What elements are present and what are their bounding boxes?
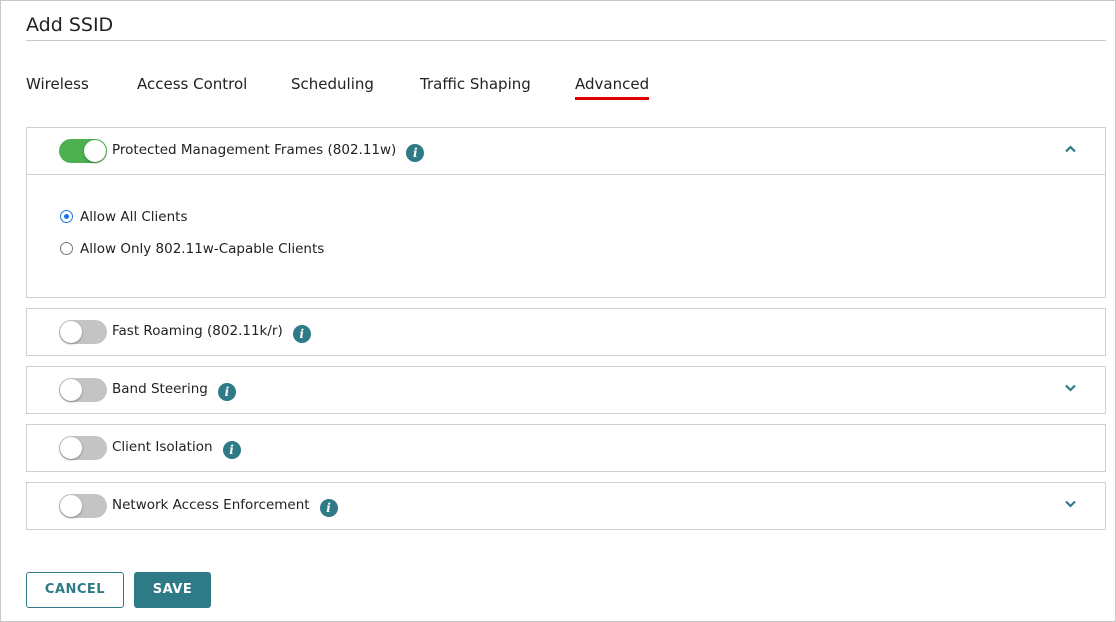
tab-traffic-shaping[interactable]: Traffic Shaping — [420, 75, 531, 101]
add-ssid-dialog: Add SSID Wireless Access Control Schedul… — [0, 0, 1116, 622]
fast-roaming-toggle[interactable] — [59, 320, 107, 344]
toggle-knob — [84, 140, 106, 162]
pmf-options: Allow All Clients Allow Only 802.11w-Cap… — [27, 174, 1105, 297]
radio-button[interactable] — [60, 242, 73, 255]
panel-label: Network Access Enforcement i — [112, 497, 338, 517]
page-title: Add SSID — [26, 14, 114, 36]
save-button[interactable]: SAVE — [134, 572, 211, 608]
panel-header[interactable]: Protected Management Frames (802.11w) i — [27, 128, 1105, 174]
chevron-down-icon[interactable] — [1065, 384, 1076, 394]
tab-access-control[interactable]: Access Control — [137, 75, 247, 101]
panel-fast-roaming: Fast Roaming (802.11k/r) i — [26, 308, 1106, 356]
info-icon[interactable]: i — [222, 441, 241, 459]
info-icon[interactable]: i — [319, 499, 338, 517]
network-access-enforcement-label: Network Access Enforcement — [112, 497, 310, 513]
tab-wireless[interactable]: Wireless — [26, 75, 89, 101]
toggle-knob — [60, 495, 82, 517]
radio-label: Allow Only 802.11w-Capable Clients — [80, 241, 325, 257]
panel-client-isolation: Client Isolation i — [26, 424, 1106, 472]
toggle-knob — [60, 437, 82, 459]
panel-header: Client Isolation i — [27, 425, 1105, 471]
panel-header[interactable]: Band Steering i — [27, 367, 1105, 413]
cancel-button[interactable]: CANCEL — [26, 572, 124, 608]
client-isolation-toggle[interactable] — [59, 436, 107, 460]
radio-button-checked[interactable] — [60, 210, 73, 223]
panel-header[interactable]: Network Access Enforcement i — [27, 483, 1105, 529]
radio-allow-all-clients[interactable]: Allow All Clients — [60, 209, 187, 225]
radio-label: Allow All Clients — [80, 209, 188, 225]
band-steering-toggle[interactable] — [59, 378, 107, 402]
panel-protected-management-frames: Protected Management Frames (802.11w) i A… — [26, 127, 1106, 298]
tab-scheduling[interactable]: Scheduling — [291, 75, 374, 101]
fast-roaming-label: Fast Roaming (802.11k/r) — [112, 323, 283, 339]
panel-network-access-enforcement: Network Access Enforcement i — [26, 482, 1106, 530]
client-isolation-label: Client Isolation — [112, 439, 213, 455]
toggle-knob — [60, 321, 82, 343]
toggle-knob — [60, 379, 82, 401]
panel-label: Client Isolation i — [112, 439, 241, 459]
tab-advanced[interactable]: Advanced — [575, 75, 650, 101]
band-steering-label: Band Steering — [112, 381, 208, 397]
panel-header: Fast Roaming (802.11k/r) i — [27, 309, 1105, 355]
info-icon[interactable]: i — [292, 325, 311, 343]
info-icon[interactable]: i — [217, 383, 236, 401]
pmf-toggle[interactable] — [59, 139, 107, 163]
chevron-down-icon[interactable] — [1065, 500, 1076, 510]
panel-label: Band Steering i — [112, 381, 236, 401]
radio-allow-only-80211w-capable[interactable]: Allow Only 802.11w-Capable Clients — [60, 241, 324, 257]
panel-label: Fast Roaming (802.11k/r) i — [112, 323, 311, 343]
panel-label: Protected Management Frames (802.11w) i — [112, 142, 425, 162]
pmf-label: Protected Management Frames (802.11w) — [112, 142, 397, 158]
network-access-enforcement-toggle[interactable] — [59, 494, 107, 518]
chevron-up-icon[interactable] — [1065, 145, 1076, 155]
panel-band-steering: Band Steering i — [26, 366, 1106, 414]
title-divider — [26, 40, 1106, 41]
info-icon[interactable]: i — [406, 144, 425, 162]
